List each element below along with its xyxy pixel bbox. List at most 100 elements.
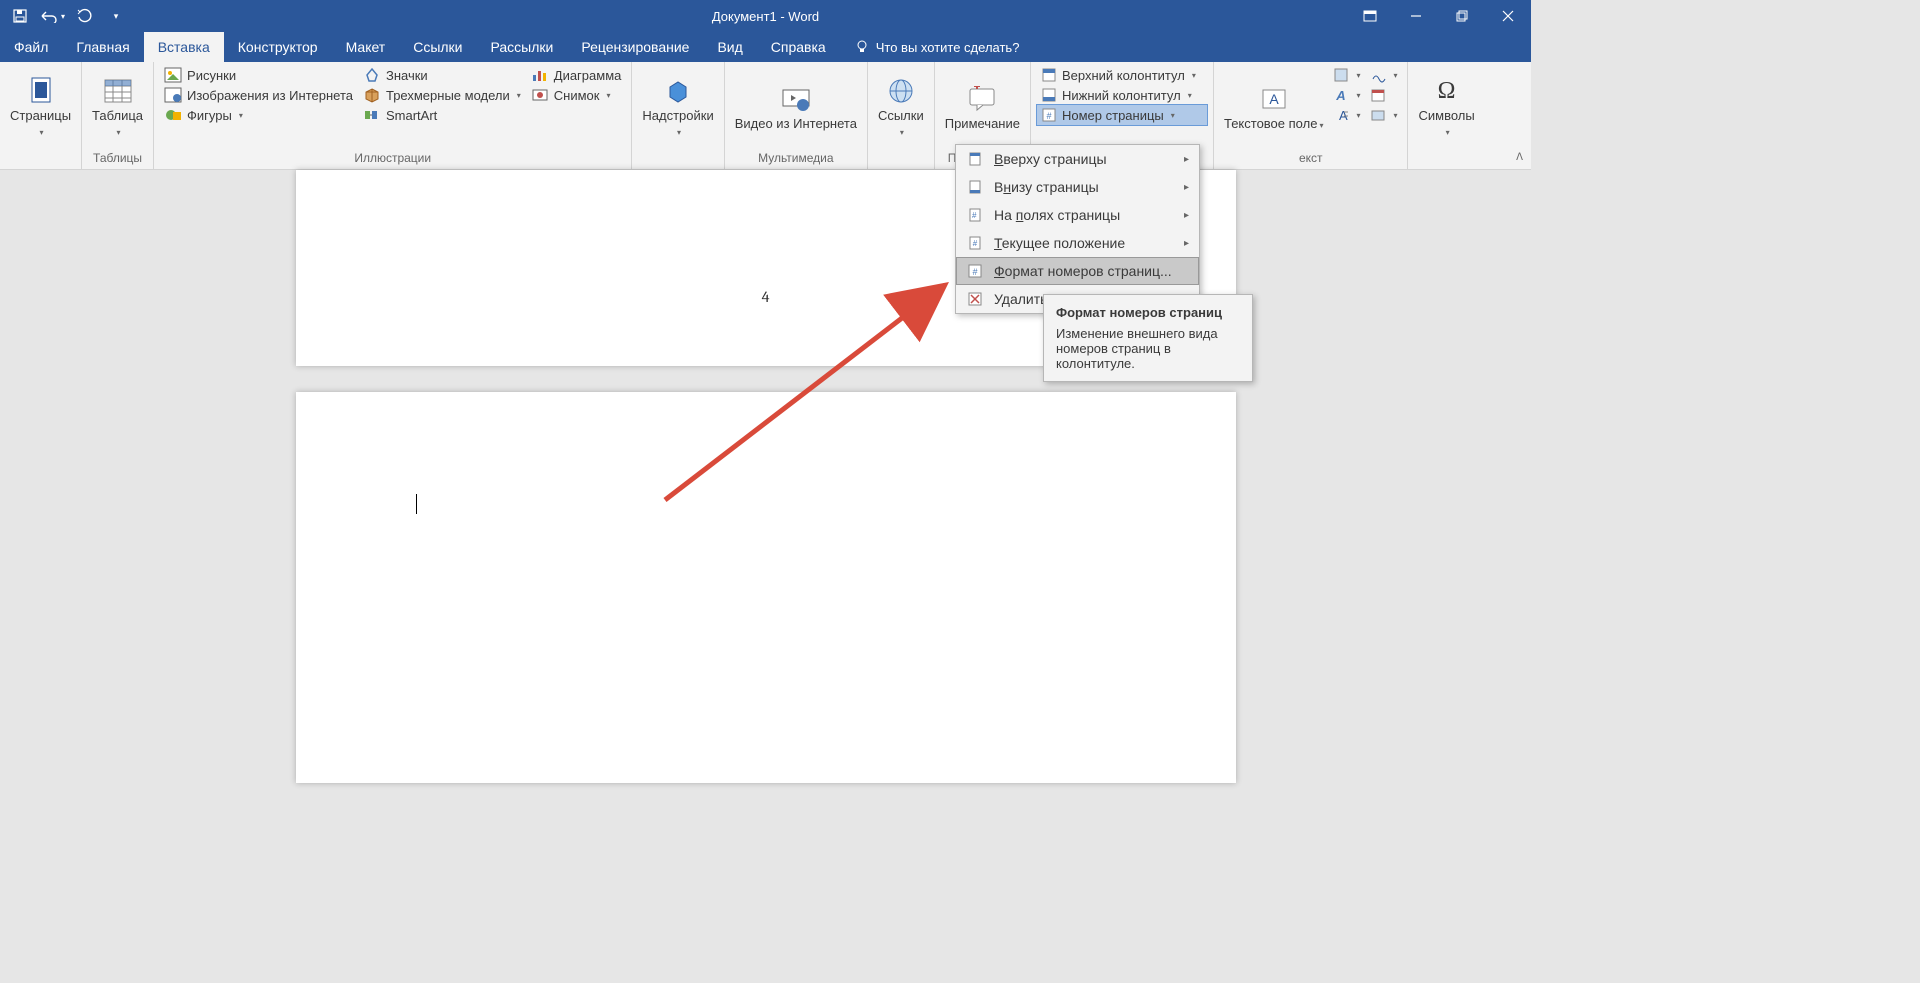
tab-layout[interactable]: Макет	[332, 32, 400, 62]
document-area[interactable]: 4	[0, 170, 1531, 783]
svg-text:A: A	[1269, 91, 1279, 107]
smartart-button[interactable]: SmartArt	[359, 105, 525, 125]
svg-text:A: A	[1336, 88, 1346, 103]
quickparts-button[interactable]: ▾	[1329, 65, 1364, 85]
page-number-dropdown: Вверху страницы ▸ Внизу страницы ▸ # На …	[955, 144, 1200, 314]
chart-button[interactable]: Диаграмма	[527, 65, 626, 85]
footer-button[interactable]: Нижний колонтитул▾	[1037, 85, 1207, 105]
group-text-label: екст	[1220, 149, 1402, 169]
save-button[interactable]	[4, 0, 36, 32]
qat-customize[interactable]: ▾	[100, 0, 132, 32]
dd-current-position[interactable]: # Текущее положение ▸	[956, 229, 1199, 257]
pagenum-icon: #	[1041, 107, 1057, 123]
header-icon	[1041, 67, 1057, 83]
screenshot-button[interactable]: Снимок▾	[527, 85, 626, 105]
dd-bottom-of-page[interactable]: Внизу страницы ▸	[956, 173, 1199, 201]
pages-button[interactable]: Страницы▾	[6, 65, 75, 149]
collapse-ribbon-button[interactable]: ᐱ	[1512, 150, 1527, 165]
comment-button[interactable]: Примечание	[941, 65, 1024, 149]
online-picture-icon	[164, 87, 182, 103]
undo-button[interactable]: ▾	[36, 0, 68, 32]
wordart-button[interactable]: A▾	[1329, 85, 1364, 105]
tab-file[interactable]: Файл	[0, 32, 62, 62]
online-video-button[interactable]: Видео из Интернета	[731, 65, 861, 149]
window-title: Документ1 - Word	[712, 9, 819, 24]
bottom-page-icon	[967, 179, 983, 195]
minimize-button[interactable]	[1393, 0, 1439, 32]
object-button[interactable]: ▾	[1366, 105, 1401, 125]
minimize-icon	[1410, 10, 1422, 22]
tab-insert[interactable]: Вставка	[144, 32, 224, 62]
page-number-button[interactable]: #Номер страницы▾	[1036, 104, 1208, 126]
group-symbols: Ω Символы▾	[1408, 62, 1484, 169]
tab-help[interactable]: Справка	[757, 32, 840, 62]
tooltip-format-page-numbers: Формат номеров страниц Изменение внешнег…	[1043, 294, 1253, 382]
textbox-button[interactable]: A Текстовое поле▾	[1220, 65, 1327, 149]
tab-view[interactable]: Вид	[703, 32, 756, 62]
links-button[interactable]: Ссылки▾	[874, 65, 928, 149]
date-icon	[1370, 87, 1386, 103]
page-number-text: 4	[762, 288, 770, 306]
shapes-button[interactable]: Фигуры▾	[160, 105, 357, 125]
group-media: Видео из Интернета Мультимедиа	[725, 62, 868, 169]
omega-icon: Ω	[1438, 78, 1456, 105]
tell-me-placeholder: Что вы хотите сделать?	[876, 40, 1020, 55]
remove-pagenum-icon	[967, 291, 983, 307]
ribbon-options-icon	[1363, 10, 1377, 22]
page-2[interactable]	[296, 392, 1236, 783]
dd-format-page-numbers[interactable]: # Формат номеров страниц...	[956, 257, 1199, 285]
header-button[interactable]: Верхний колонтитул▾	[1037, 65, 1207, 85]
chevron-right-icon: ▸	[1184, 238, 1189, 249]
signature-button[interactable]: ▾	[1366, 65, 1401, 85]
group-links: Ссылки▾	[868, 62, 935, 169]
maximize-button[interactable]	[1439, 0, 1485, 32]
svg-text:#: #	[972, 211, 977, 220]
svg-text:#: #	[973, 239, 978, 248]
pictures-button[interactable]: Рисунки	[160, 65, 357, 85]
tab-review[interactable]: Рецензирование	[567, 32, 703, 62]
tab-references[interactable]: Ссылки	[399, 32, 476, 62]
dropcap-icon: A	[1333, 107, 1349, 123]
quick-access-toolbar: ▾ ▾	[0, 0, 136, 32]
margin-page-icon: #	[967, 207, 983, 223]
dd-page-margins[interactable]: # На полях страницы ▸	[956, 201, 1199, 229]
wordart-icon: A	[1333, 87, 1349, 103]
tab-design[interactable]: Конструктор	[224, 32, 332, 62]
svg-text:#: #	[1046, 111, 1051, 121]
group-tables-label: Таблицы	[88, 149, 147, 169]
icons-button[interactable]: Значки	[359, 65, 525, 85]
datetime-button[interactable]	[1366, 85, 1401, 105]
shapes-icon	[164, 107, 182, 123]
symbols-button[interactable]: Ω Символы▾	[1414, 65, 1478, 149]
picture-icon	[164, 67, 182, 83]
dd-top-of-page[interactable]: Вверху страницы ▸	[956, 145, 1199, 173]
object-icon	[1370, 107, 1386, 123]
redo-icon	[76, 8, 92, 24]
parts-icon	[1333, 67, 1349, 83]
group-tables: Таблица▾ Таблицы	[82, 62, 154, 169]
titlebar: ▾ ▾ Документ1 - Word	[0, 0, 1531, 32]
icons-icon	[363, 67, 381, 83]
link-icon	[887, 77, 915, 105]
close-button[interactable]	[1485, 0, 1531, 32]
addins-button[interactable]: Надстройки▾	[638, 65, 717, 149]
tab-mailings[interactable]: Рассылки	[477, 32, 568, 62]
page-icon	[28, 76, 54, 106]
online-pictures-button[interactable]: Изображения из Интернета	[160, 85, 357, 105]
table-icon	[103, 78, 133, 104]
redo-button[interactable]	[68, 0, 100, 32]
group-illustrations: Рисунки Изображения из Интернета Фигуры▾…	[154, 62, 632, 169]
window-controls	[1347, 0, 1531, 32]
tab-home[interactable]: Главная	[62, 32, 143, 62]
chart-icon	[531, 67, 549, 83]
table-button[interactable]: Таблица▾	[88, 65, 147, 149]
tooltip-body: Изменение внешнего вида номеров страниц …	[1056, 326, 1240, 371]
textbox-icon: A	[1260, 85, 1288, 113]
ribbon-tabs: Файл Главная Вставка Конструктор Макет С…	[0, 32, 1531, 62]
dropcap-button[interactable]: A▾	[1329, 105, 1364, 125]
tell-me-search[interactable]: Что вы хотите сделать?	[840, 32, 1034, 62]
3d-models-button[interactable]: Трехмерные модели▾	[359, 85, 525, 105]
group-illustrations-label: Иллюстрации	[160, 149, 625, 169]
ribbon-display-options[interactable]	[1347, 0, 1393, 32]
tooltip-title: Формат номеров страниц	[1056, 305, 1240, 320]
